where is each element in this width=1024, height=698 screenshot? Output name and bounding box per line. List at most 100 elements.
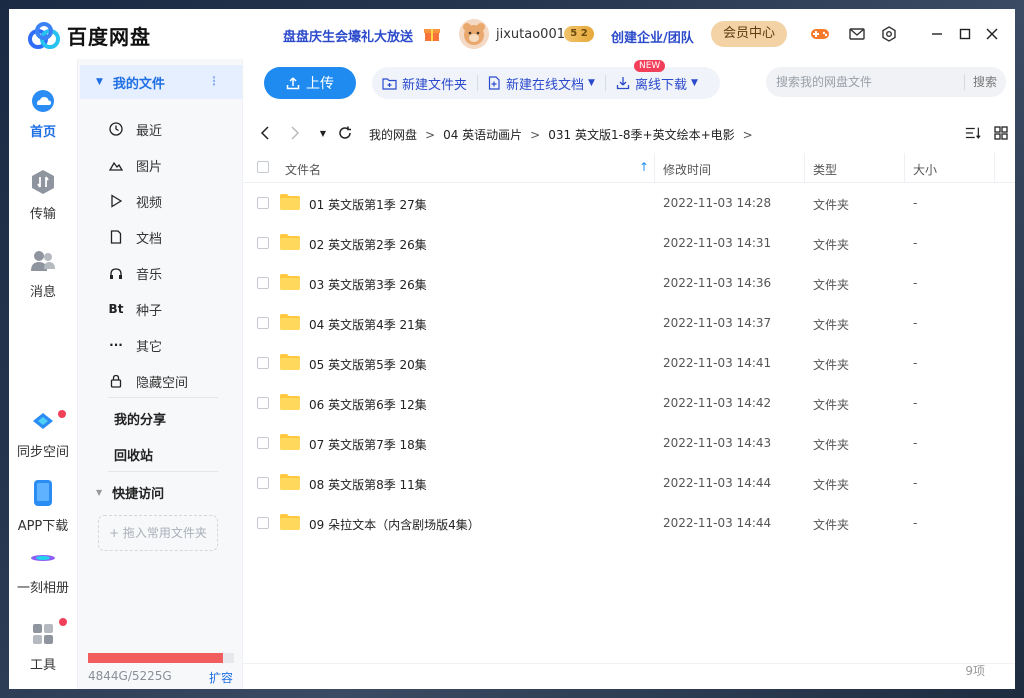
file-name[interactable]: 06 英文版第6季 12集 [309, 396, 427, 413]
table-row[interactable]: 06 英文版第6季 12集 2022-11-03 14:42 文件夹 - [243, 383, 1015, 423]
sort-icon[interactable] [965, 125, 981, 141]
settings-icon[interactable] [878, 23, 900, 45]
nav-transfer[interactable]: 传输 [9, 169, 77, 222]
drop-folder-zone[interactable]: + 拖入常用文件夹 [98, 515, 218, 551]
file-size: - [913, 356, 918, 370]
create-enterprise-link[interactable]: 创建企业/团队 [611, 27, 694, 46]
sidebar-item-my-files[interactable]: ▼ 我的文件 ⋮ [80, 65, 242, 99]
file-name[interactable]: 07 英文版第7季 18集 [309, 436, 427, 453]
search-input[interactable] [776, 72, 956, 92]
column-divider[interactable] [804, 153, 805, 183]
file-name[interactable]: 02 英文版第2季 26集 [309, 236, 427, 253]
table-row[interactable]: 07 英文版第7季 18集 2022-11-03 14:43 文件夹 - [243, 423, 1015, 463]
expand-storage-link[interactable]: 扩容 [209, 669, 233, 686]
table-row[interactable]: 05 英文版第5季 20集 2022-11-03 14:41 文件夹 - [243, 343, 1015, 383]
sidebar-item-recent[interactable]: 最近 [108, 119, 162, 139]
grid-view-icon[interactable] [993, 125, 1009, 141]
new-folder-button[interactable]: 新建文件夹 [372, 67, 477, 99]
sidebar-item-documents[interactable]: 文档 [108, 227, 162, 247]
sidebar-item-quick-access[interactable]: ▼ 快捷访问 [96, 483, 164, 502]
avatar[interactable] [459, 19, 489, 49]
sidebar-item-videos[interactable]: 视频 [108, 191, 162, 211]
minimize-icon[interactable] [926, 23, 948, 45]
divider [108, 471, 218, 472]
file-type: 文件夹 [813, 518, 850, 532]
nav-app-download[interactable]: APP下载 [9, 479, 77, 534]
row-checkbox[interactable] [257, 317, 269, 329]
back-arrow-icon[interactable] [257, 125, 273, 141]
sidebar-item-recycle-bin[interactable]: 回收站 [114, 445, 153, 464]
offline-download-button[interactable]: 离线下载 ▼ [606, 67, 708, 99]
folder-icon [280, 514, 300, 530]
table-row[interactable]: 01 英文版第1季 27集 2022-11-03 14:28 文件夹 - [243, 183, 1015, 223]
close-icon[interactable] [981, 23, 1003, 45]
forward-arrow-icon[interactable] [287, 125, 303, 141]
sidebar-item-hidden-space[interactable]: 隐藏空间 [108, 371, 188, 391]
upload-button[interactable]: 上传 [264, 67, 356, 99]
row-checkbox[interactable] [257, 437, 269, 449]
table-row[interactable]: 09 朵拉文本（内含剧场版4集） 2022-11-03 14:44 文件夹 - [243, 503, 1015, 543]
sidebar-item-label: 图片 [136, 159, 163, 175]
row-checkbox[interactable] [257, 357, 269, 369]
sidebar-item-torrents[interactable]: Bt 种子 [108, 299, 162, 319]
column-header-type[interactable]: 类型 [813, 161, 837, 178]
search-button[interactable]: 搜索 [964, 74, 997, 90]
column-header-modified[interactable]: 修改时间 [663, 161, 711, 178]
file-type: 文件夹 [813, 318, 850, 332]
nav-sync-space[interactable]: 同步空间 [9, 409, 77, 460]
sidebar-item-music[interactable]: 音乐 [108, 263, 162, 283]
vip-center-button[interactable]: 会员中心 [711, 21, 787, 47]
sort-ascending-icon[interactable]: ↑ [639, 160, 649, 174]
column-divider[interactable] [904, 153, 905, 183]
sidebar-item-other[interactable]: ··· 其它 [108, 335, 162, 355]
row-checkbox[interactable] [257, 517, 269, 529]
table-row[interactable]: 08 英文版第8季 11集 2022-11-03 14:44 文件夹 - [243, 463, 1015, 503]
file-name[interactable]: 09 朵拉文本（内含剧场版4集） [309, 516, 480, 533]
row-checkbox[interactable] [257, 477, 269, 489]
row-checkbox[interactable] [257, 397, 269, 409]
column-divider[interactable] [994, 153, 995, 183]
table-row[interactable]: 03 英文版第3季 26集 2022-11-03 14:36 文件夹 - [243, 263, 1015, 303]
mail-icon[interactable] [846, 23, 868, 45]
folder-icon [280, 474, 300, 490]
file-name[interactable]: 03 英文版第3季 26集 [309, 276, 427, 293]
row-checkbox[interactable] [257, 197, 269, 209]
maximize-icon[interactable] [954, 23, 976, 45]
row-checkbox[interactable] [257, 277, 269, 289]
row-checkbox[interactable] [257, 237, 269, 249]
game-icon[interactable] [809, 23, 831, 45]
breadcrumb-item[interactable]: 031 英文版1-8季+英文绘本+电影 [548, 126, 734, 143]
sidebar-item-images[interactable]: 图片 [108, 155, 162, 175]
column-header-size[interactable]: 大小 [913, 161, 937, 178]
nav-home[interactable]: 首页 [9, 89, 77, 140]
file-name[interactable]: 01 英文版第1季 27集 [309, 196, 427, 213]
gift-icon[interactable] [423, 24, 441, 42]
table-row[interactable]: 02 英文版第2季 26集 2022-11-03 14:31 文件夹 - [243, 223, 1015, 263]
promo-link[interactable]: 盘盘庆生会壕礼大放送 [283, 26, 413, 45]
sidebar-item-my-share[interactable]: 我的分享 [114, 409, 166, 428]
history-dropdown-icon[interactable]: ▼ [315, 125, 331, 141]
app-logo[interactable]: 百度网盘 [27, 21, 151, 50]
more-options-icon[interactable]: ⋮ [208, 74, 220, 88]
main-content: 上传 新建文件夹 新建在线文档 ▼ NEW 离线下载 ▼ 搜索我的网盘文件 搜索… [243, 59, 1015, 689]
username[interactable]: jixutao001 [496, 27, 565, 42]
file-name[interactable]: 04 英文版第4季 21集 [309, 316, 427, 333]
quick-access-label: 快捷访问 [112, 487, 165, 502]
file-name[interactable]: 08 英文版第8季 11集 [309, 476, 427, 493]
column-divider[interactable] [654, 153, 655, 183]
nav-tools[interactable]: 工具 [9, 618, 77, 673]
file-name[interactable]: 05 英文版第5季 20集 [309, 356, 427, 373]
sync-notification-dot [58, 410, 66, 418]
column-header-name[interactable]: 文件名 [285, 161, 321, 178]
lock-icon [108, 373, 124, 389]
nav-messages[interactable]: 消息 [9, 249, 77, 300]
nav-album[interactable]: 一刻相册 [9, 547, 77, 596]
folder-icon [280, 434, 300, 450]
new-online-doc-button[interactable]: 新建在线文档 ▼ NEW [478, 60, 666, 99]
breadcrumb-item[interactable]: 04 英语动画片 [443, 126, 522, 143]
table-row[interactable]: 04 英文版第4季 21集 2022-11-03 14:37 文件夹 - [243, 303, 1015, 343]
refresh-icon[interactable] [337, 125, 353, 141]
select-all-checkbox[interactable] [257, 161, 269, 173]
breadcrumb-item[interactable]: 我的网盘 [369, 126, 417, 143]
nav-home-label: 首页 [29, 125, 56, 140]
